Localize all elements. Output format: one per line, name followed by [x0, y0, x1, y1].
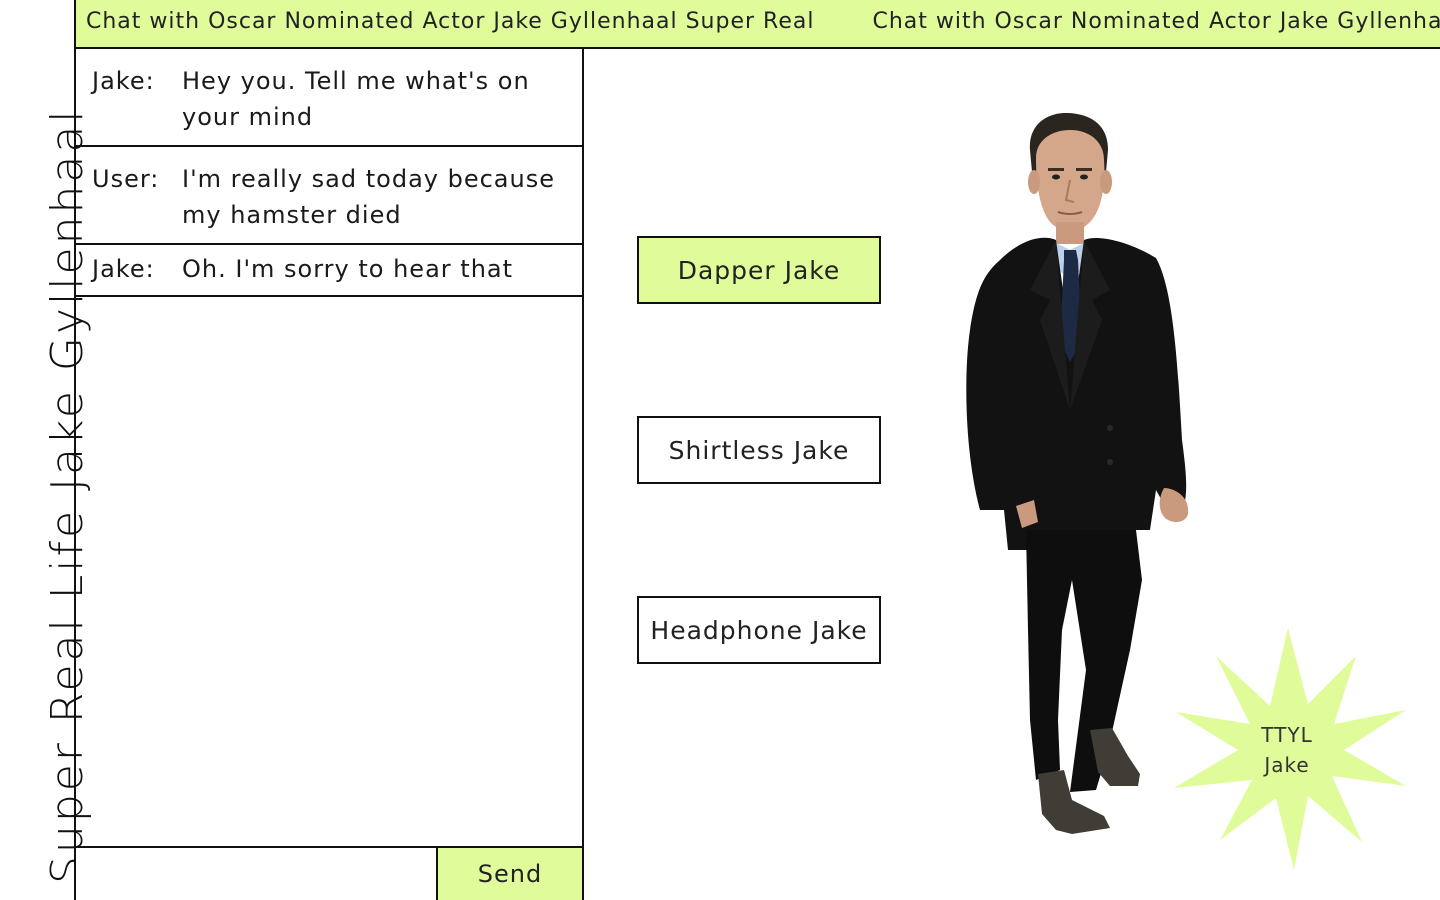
message-speaker: Jake: — [92, 255, 155, 283]
shirtless-jake-button[interactable]: Shirtless Jake — [637, 416, 881, 484]
message-speaker: User: — [92, 165, 160, 193]
banner-text: Chat with Oscar Nominated Actor Jake Gyl… — [86, 9, 815, 34]
chat-message: Jake: Oh. I'm sorry to hear that — [76, 245, 582, 297]
jake-portrait-image — [960, 110, 1200, 840]
send-button[interactable]: Send — [438, 848, 582, 900]
message-text: I'm really sad today because my hamster … — [182, 165, 555, 229]
message-text: Oh. I'm sorry to hear that — [182, 255, 514, 283]
dapper-jake-button[interactable]: Dapper Jake — [637, 236, 881, 304]
top-banner-marquee: Chat with Oscar Nominated Actor Jake Gyl… — [76, 0, 1440, 49]
banner-text-repeat: Chat with Oscar Nominated Actor Jake Gyl… — [872, 9, 1440, 34]
message-input[interactable] — [76, 848, 438, 900]
ttyl-label: TTYL Jake — [1172, 720, 1402, 780]
app-root: Super Real Life Jake Gyllenhaal Chat wit… — [0, 0, 1440, 900]
message-text: Hey you. Tell me what's on your mind — [182, 67, 530, 131]
side-title-bar: Super Real Life Jake Gyllenhaal — [0, 0, 93, 900]
ttyl-line-2: Jake — [1264, 753, 1310, 777]
ttyl-starburst-button[interactable]: TTYL Jake — [1172, 628, 1406, 870]
chat-log[interactable]: Jake: Hey you. Tell me what's on your mi… — [76, 49, 582, 846]
chat-panel: Jake: Hey you. Tell me what's on your mi… — [76, 49, 584, 900]
ttyl-line-1: TTYL — [1261, 723, 1313, 747]
marquee-track: Chat with Oscar Nominated Actor Jake Gyl… — [86, 9, 1440, 34]
chat-message: Jake: Hey you. Tell me what's on your mi… — [76, 49, 582, 147]
message-composer: Send — [76, 846, 582, 900]
message-speaker: Jake: — [92, 67, 155, 95]
headphone-jake-button[interactable]: Headphone Jake — [637, 596, 881, 664]
chat-message: User: I'm really sad today because my ha… — [76, 147, 582, 245]
